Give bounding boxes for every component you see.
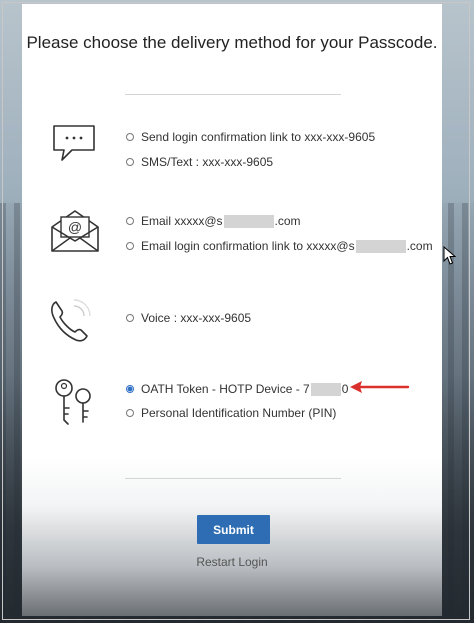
option-label-suffix: .com [274, 214, 301, 228]
redaction-box [310, 382, 341, 396]
keys-icon [55, 379, 91, 425]
envelope-at-icon: @ [51, 210, 99, 252]
radio-email-link[interactable] [126, 242, 134, 250]
red-arrow-annotation [350, 381, 410, 393]
option-email[interactable]: Email xxxxx@s .com [126, 214, 301, 228]
chat-bubble-icon [53, 125, 95, 161]
svg-text:@: @ [68, 219, 82, 235]
phone-icon [51, 299, 91, 342]
submit-button[interactable]: Submit [197, 515, 270, 544]
radio-send-link-sms[interactable] [126, 133, 134, 141]
option-label-suffix: .com [406, 239, 433, 253]
option-sms-text[interactable]: SMS/Text : xxx-xxx-9605 [126, 155, 273, 169]
option-label: SMS/Text : xxx-xxx-9605 [141, 155, 274, 169]
option-label: OATH Token - HOTP Device - 7 [141, 382, 310, 396]
option-label: Email xxxxx@s [141, 214, 223, 228]
option-pin[interactable]: Personal Identification Number (PIN) [126, 406, 336, 420]
delivery-method-panel: Please choose the delivery method for yo… [22, 4, 442, 616]
radio-sms-text[interactable] [126, 158, 134, 166]
redaction-box [223, 214, 274, 228]
option-oath-token[interactable]: OATH Token - HOTP Device - 7 0 [126, 382, 348, 396]
option-send-link-sms[interactable]: Send login confirmation link to xxx-xxx-… [126, 130, 375, 144]
option-label: Voice : xxx-xxx-9605 [141, 311, 252, 325]
mouse-cursor-icon [443, 246, 457, 265]
restart-login-link[interactable]: Restart Login [22, 555, 442, 569]
option-label: Email login confirmation link to xxxxx@s [141, 239, 355, 253]
option-voice[interactable]: Voice : xxx-xxx-9605 [126, 311, 251, 325]
redaction-box [355, 239, 406, 253]
option-email-link[interactable]: Email login confirmation link to xxxxx@s… [126, 239, 433, 253]
option-label: Send login confirmation link to xxx-xxx-… [141, 130, 376, 144]
radio-email[interactable] [126, 217, 134, 225]
radio-oath-token[interactable] [126, 385, 134, 393]
radio-voice[interactable] [126, 314, 134, 322]
top-divider [125, 94, 341, 95]
radio-pin[interactable] [126, 409, 134, 417]
page-title: Please choose the delivery method for yo… [26, 33, 438, 52]
option-label: Personal Identification Number (PIN) [141, 406, 337, 420]
bottom-divider [125, 478, 341, 479]
